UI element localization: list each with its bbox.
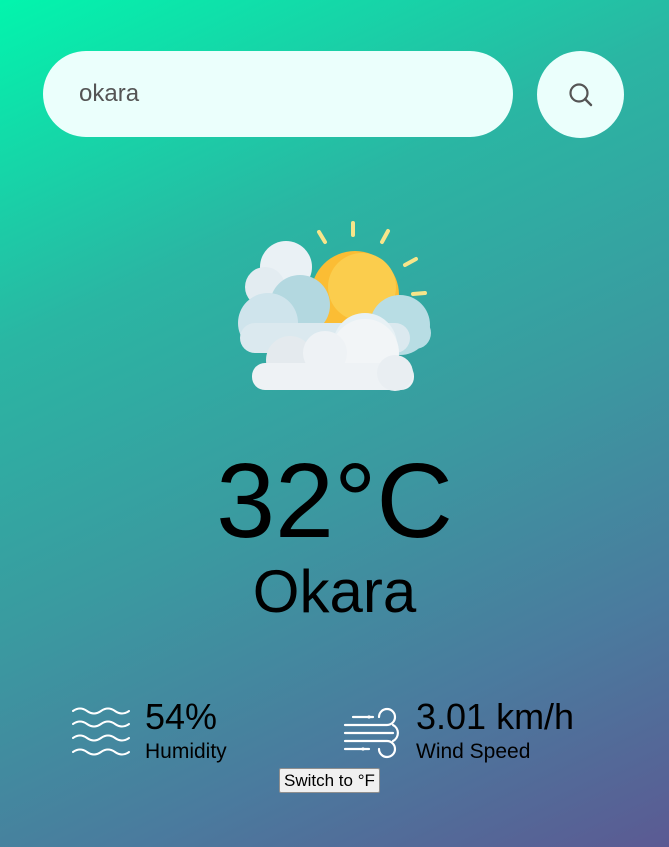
- search-input[interactable]: [43, 51, 513, 137]
- humidity-label: Humidity: [145, 740, 227, 763]
- weather-card: 32°C Okara 54% Humidity 3.01 km/h Wind S…: [0, 0, 669, 847]
- search-icon: [568, 82, 592, 106]
- wind-icon: [343, 707, 399, 759]
- temperature: 32°C: [216, 442, 453, 560]
- humidity-value: 54%: [145, 696, 218, 737]
- city-name: Okara: [252, 558, 417, 625]
- wind-speed-value: 3.01 km/h: [416, 696, 575, 737]
- partly-cloudy-icon: [238, 221, 431, 391]
- humidity-waves-icon: [72, 707, 130, 756]
- search-button[interactable]: [537, 51, 624, 138]
- wind-speed-label: Wind Speed: [416, 740, 531, 763]
- unit-toggle-button[interactable]: Switch to °F: [279, 768, 380, 793]
